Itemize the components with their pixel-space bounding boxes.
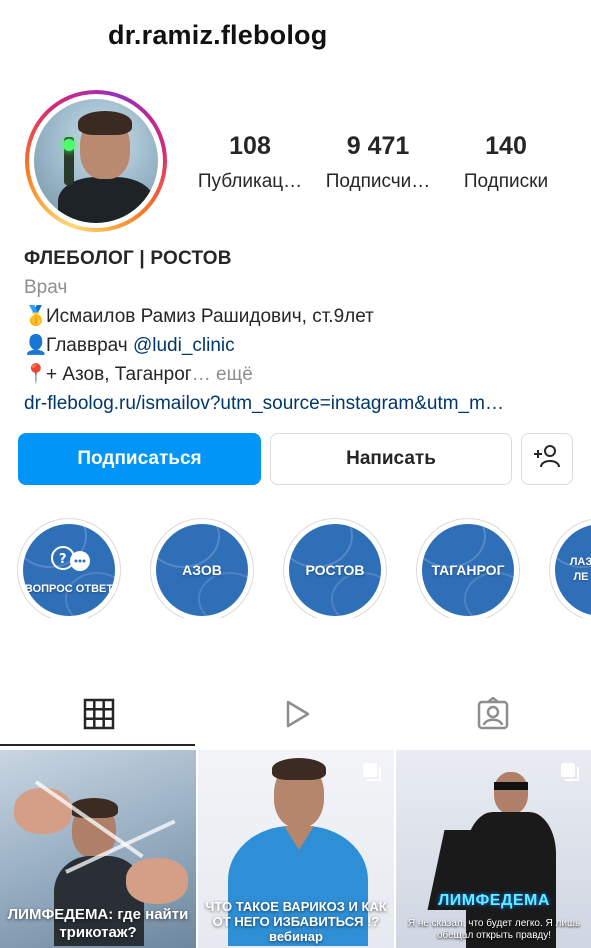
profile-tabs — [0, 685, 591, 747]
posts-grid: ЛИМФЕДЕМА: где найти трикотаж? ЧТО ТАКОЕ… — [0, 750, 591, 948]
stat-followers-label: Подписчи… — [325, 171, 431, 192]
profile-avatar-story-ring[interactable] — [25, 90, 167, 232]
stat-posts-label: Публикац… — [197, 171, 303, 192]
tab-tagged[interactable] — [394, 685, 591, 747]
profile-stats: 108 Публикац… 9 471 Подписчи… 140 Подпис… — [190, 132, 570, 202]
highlight-label: ЛАЗ ЛЕ — [569, 556, 591, 583]
tab-reels[interactable] — [197, 685, 394, 747]
post-hands — [6, 770, 196, 904]
bio-line-3-text: + Азов, Таганрог — [46, 364, 192, 385]
follow-button[interactable]: Подписаться — [18, 433, 261, 485]
highlight-item[interactable]: АЗОВ — [150, 518, 254, 618]
bio-category: Врач — [24, 277, 68, 298]
svg-text:?: ? — [59, 552, 67, 567]
suggest-accounts-button[interactable] — [521, 433, 573, 485]
highlight-cover: АЗОВ — [156, 524, 248, 616]
message-button[interactable]: Написать — [270, 433, 512, 485]
bio-line-3: 📍+ Азов, Таганрог… ещё — [24, 360, 574, 389]
highlight-cover: ЛАЗ ЛЕ — [555, 524, 591, 616]
stat-posts[interactable]: 108 Публикац… — [190, 132, 310, 193]
reels-icon — [280, 698, 312, 735]
post-title: ЛИМФЕДЕМА — [438, 892, 550, 909]
post-thumbnail[interactable]: ЛИМФЕДЕМА: где найти трикотаж? — [0, 750, 196, 948]
post-caption: ЛИМФЕДЕМА: где найти трикотаж? — [7, 906, 189, 941]
bio-line-1: 🥇Исмаилов Рамиз Рашидович, ст.9лет — [24, 302, 574, 331]
stat-followers-count: 9 471 — [346, 132, 410, 160]
bio-website-link[interactable]: dr-flebolog.ru/ismailov?utm_source=insta… — [24, 389, 574, 418]
highlight-cover: ВОПРОС ОТВЕТ ? — [23, 524, 115, 616]
tagged-icon — [476, 695, 510, 736]
highlight-label: ВОПРОС ОТВЕТ — [24, 582, 114, 595]
multi-post-icon — [362, 762, 382, 782]
post-thumbnail[interactable]: ЛИМФЕДЕМА Я не сказал, что будет легко. … — [396, 750, 591, 948]
medal-icon: 🥇 — [24, 306, 48, 327]
tab-posts-grid[interactable] — [0, 685, 197, 747]
bio-line-1-text: Исмаилов Рамиз Рашидович, ст.9лет — [46, 306, 374, 327]
bio-line-2: 👤Главврач @ludi_clinic — [24, 331, 574, 360]
highlight-label: ТАГАНРОГ — [431, 561, 505, 578]
bio-more-button[interactable]: … ещё — [192, 364, 253, 385]
avatar-device-light — [63, 139, 75, 151]
grid-icon — [83, 698, 115, 735]
post-caption: ЧТО ТАКОЕ ВАРИКОЗ И КАК ОТ НЕГО ИЗБАВИТЬ… — [205, 899, 387, 944]
bio-name: ФЛЕБОЛОГ | РОСТОВ — [24, 248, 232, 269]
avatar-figure-hair — [78, 111, 132, 135]
profile-username: dr.ramiz.flebolog — [108, 20, 328, 50]
highlight-label: РОСТОВ — [305, 561, 365, 578]
pin-icon: 📍 — [24, 364, 48, 385]
stat-posts-count: 108 — [229, 132, 271, 160]
highlight-cover: ТАГАНРОГ — [422, 524, 514, 616]
stat-following[interactable]: 140 Подписки — [446, 132, 566, 193]
highlight-item[interactable]: ЛАЗ ЛЕ — [549, 518, 591, 618]
stat-following-count: 140 — [485, 132, 527, 160]
avatar-border — [29, 94, 163, 228]
highlight-item[interactable]: ТАГАНРОГ — [416, 518, 520, 618]
highlight-item[interactable]: ВОПРОС ОТВЕТ ? — [17, 518, 121, 618]
add-user-icon — [532, 443, 562, 475]
avatar[interactable] — [34, 99, 158, 223]
person-icon: 👤 — [24, 335, 48, 356]
highlight-label: АЗОВ — [182, 561, 222, 578]
speech-bubbles-icon: ? — [49, 544, 93, 577]
story-highlights: ВОПРОС ОТВЕТ ? АЗОВ РОСТОВ ТАГАНРОГ ЛАЗ … — [0, 518, 591, 618]
active-tab-indicator — [0, 744, 195, 746]
post-subtitle: Я не сказал, что будет легко. Я лишь обе… — [407, 918, 581, 941]
profile-bio: ФЛЕБОЛОГ | РОСТОВ Врач 🥇Исмаилов Рамиз Р… — [24, 244, 574, 418]
highlight-item[interactable]: РОСТОВ — [283, 518, 387, 618]
highlight-cover: РОСТОВ — [289, 524, 381, 616]
multi-post-icon — [560, 762, 580, 782]
post-thumbnail[interactable]: ЧТО ТАКОЕ ВАРИКОЗ И КАК ОТ НЕГО ИЗБАВИТЬ… — [198, 750, 394, 948]
stat-followers[interactable]: 9 471 Подписчи… — [318, 132, 438, 193]
bio-line-2-text: Главврач — [46, 335, 133, 356]
bio-mention-link[interactable]: @ludi_clinic — [133, 335, 235, 356]
stat-following-label: Подписки — [463, 171, 549, 192]
